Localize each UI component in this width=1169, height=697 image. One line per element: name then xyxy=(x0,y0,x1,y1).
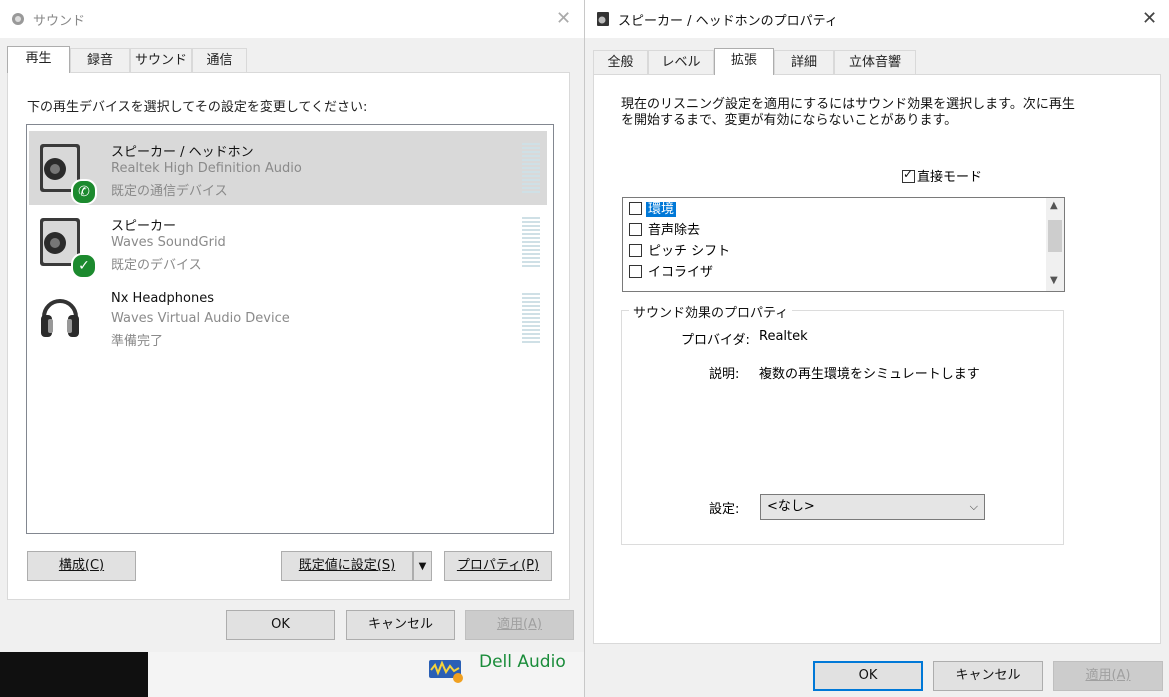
effect-checkbox[interactable] xyxy=(629,202,642,215)
chevron-down-icon: ⌵ xyxy=(969,500,978,513)
device-name: スピーカー / ヘッドホン xyxy=(111,145,254,160)
tab-communications[interactable]: 通信 xyxy=(192,48,247,72)
tab-advanced[interactable]: 詳細 xyxy=(774,50,834,74)
scroll-up-icon[interactable]: ▲ xyxy=(1050,200,1058,211)
tab-spatial-sound[interactable]: 立体音響 xyxy=(834,50,916,74)
sound-apply-button[interactable]: 適用(A) xyxy=(465,610,574,640)
playback-device-list[interactable]: ✆ スピーカー / ヘッドホン Realtek High Definition … xyxy=(26,124,554,534)
scrollbar-thumb[interactable] xyxy=(1048,220,1062,252)
setting-select[interactable]: <なし> ⌵ xyxy=(760,494,985,520)
effect-item[interactable]: ピッチ シフト xyxy=(629,242,732,262)
sound-cancel-button[interactable]: キャンセル xyxy=(346,610,455,640)
playback-instruction: 下の再生デバイスを選択してその設定を変更してください: xyxy=(27,100,368,115)
dell-audio-label[interactable]: Dell Audio xyxy=(479,652,566,672)
effect-item[interactable]: 音声除去 xyxy=(629,221,702,241)
device-name: Nx Headphones xyxy=(111,291,214,306)
sound-window-title: サウンド xyxy=(33,14,86,29)
provider-value: Realtek xyxy=(759,329,808,344)
properties-window-title: スピーカー / ヘッドホンのプロパティ xyxy=(618,14,838,29)
device-status: 既定の通信デバイス xyxy=(111,184,228,199)
properties-close-icon[interactable]: ✕ xyxy=(1142,10,1157,28)
device-status: 既定のデバイス xyxy=(111,258,202,273)
device-driver: Realtek High Definition Audio xyxy=(111,161,302,176)
set-default-button[interactable]: 既定値に設定(S) xyxy=(281,551,413,581)
tab-sounds[interactable]: サウンド xyxy=(130,48,192,72)
direct-mode-label: 直接モード xyxy=(917,170,983,185)
caret-down-icon: ▼ xyxy=(418,561,427,572)
configure-button[interactable]: 構成(C) xyxy=(27,551,136,581)
tab-general[interactable]: 全般 xyxy=(593,50,648,74)
provider-label: プロバイダ: xyxy=(681,333,750,348)
effects-list[interactable]: 環境 音声除去 ピッチ シフト イコライザ ▲ ▼ xyxy=(622,197,1065,292)
sound-tabs: 再生 録音 サウンド 通信 xyxy=(7,46,567,73)
volume-meter xyxy=(522,143,540,195)
description-label: 説明: xyxy=(709,367,740,382)
tab-recording[interactable]: 録音 xyxy=(70,48,130,72)
setting-select-value: <なし> xyxy=(767,499,815,514)
properties-tabs: 全般 レベル 拡張 詳細 立体音響 xyxy=(593,48,1153,75)
volume-meter xyxy=(522,217,540,269)
scroll-down-icon[interactable]: ▼ xyxy=(1050,275,1058,286)
effect-checkbox[interactable] xyxy=(629,265,642,278)
effect-properties-title: サウンド効果のプロパティ xyxy=(629,302,793,321)
properties-ok-button[interactable]: OK xyxy=(813,661,923,691)
checkbox-checked[interactable] xyxy=(902,167,915,183)
effect-item[interactable]: イコライザ xyxy=(629,263,715,283)
properties-cancel-button[interactable]: キャンセル xyxy=(933,661,1043,691)
sound-window-icon xyxy=(10,11,26,27)
taskbar-area xyxy=(0,652,148,697)
device-driver: Waves Virtual Audio Device xyxy=(111,311,290,326)
properties-titlebar: スピーカー / ヘッドホンのプロパティ ✕ xyxy=(585,0,1169,38)
effects-scrollbar[interactable]: ▲ ▼ xyxy=(1046,198,1064,291)
properties-window: スピーカー / ヘッドホンのプロパティ ✕ 全般 レベル 拡張 詳細 立体音響 … xyxy=(584,0,1169,697)
properties-window-icon xyxy=(595,11,611,27)
headphones-icon xyxy=(39,289,81,339)
tab-levels[interactable]: レベル xyxy=(648,50,714,74)
sound-window: サウンド ✕ 再生 録音 サウンド 通信 下の再生デバイスを選択してその設定を変… xyxy=(0,0,584,652)
effect-item[interactable]: 環境 xyxy=(629,200,677,220)
sound-ok-button[interactable]: OK xyxy=(226,610,335,640)
sound-close-icon[interactable]: ✕ xyxy=(556,10,571,28)
device-name: スピーカー xyxy=(111,219,177,234)
sound-titlebar: サウンド ✕ xyxy=(0,0,584,38)
device-status: 準備完了 xyxy=(111,334,164,349)
properties-button[interactable]: プロパティ(P) xyxy=(444,551,552,581)
device-item-speaker-headphone[interactable]: ✆ スピーカー / ヘッドホン Realtek High Definition … xyxy=(29,131,547,205)
properties-apply-button[interactable]: 適用(A) xyxy=(1053,661,1163,691)
description-value: 複数の再生環境をシミュレートします xyxy=(759,367,980,382)
device-item-nx-headphones[interactable]: Nx Headphones Waves Virtual Audio Device… xyxy=(29,281,547,355)
effect-checkbox[interactable] xyxy=(629,244,642,257)
set-default-dropdown-button[interactable]: ▼ xyxy=(413,551,432,581)
direct-mode-checkbox[interactable]: 直接モード xyxy=(902,166,982,185)
setting-label: 設定: xyxy=(709,502,740,517)
check-icon: ✓ xyxy=(71,253,97,279)
tab-enhancements[interactable]: 拡張 xyxy=(714,48,774,75)
effect-checkbox[interactable] xyxy=(629,223,642,236)
device-driver: Waves SoundGrid xyxy=(111,235,226,250)
phone-icon: ✆ xyxy=(71,179,97,205)
device-item-speaker[interactable]: ✓ スピーカー Waves SoundGrid 既定のデバイス xyxy=(29,205,547,279)
tab-playback[interactable]: 再生 xyxy=(7,46,70,73)
dell-audio-icon[interactable] xyxy=(428,656,464,684)
volume-meter xyxy=(522,293,540,345)
enhancements-description: 現在のリスニング設定を適用にするにはサウンド効果を選択します。次に再生を開始する… xyxy=(621,97,1075,128)
